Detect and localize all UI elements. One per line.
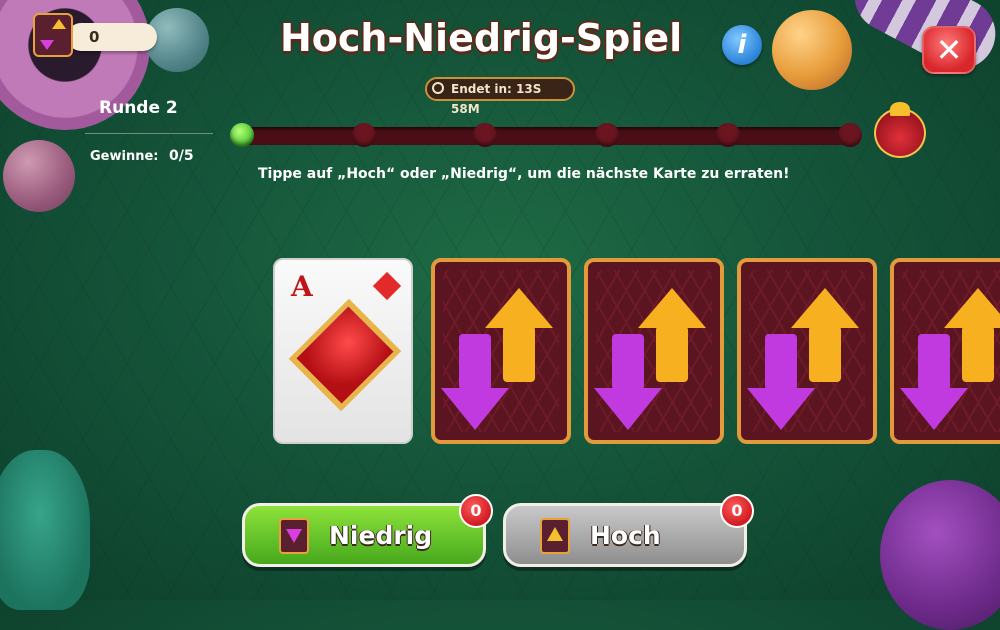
wins-value: 0/5 (169, 148, 194, 164)
high-low-ticket-icon (33, 13, 73, 57)
arrow-down-icon (594, 334, 662, 434)
game-title: Hoch-Niedrig-Spiel (280, 16, 683, 60)
ticket-count: 0 (67, 23, 157, 51)
ticket-counter: 0 (33, 13, 157, 57)
lower-button[interactable]: Niedrig 0 (242, 494, 493, 567)
progress-step (230, 123, 254, 147)
info-button[interactable]: i (722, 25, 762, 65)
lower-count-badge: 0 (459, 494, 493, 528)
progress-step (716, 123, 741, 147)
instruction-text: Tippe auf „Hoch“ oder „Niedrig“, um die … (258, 166, 790, 182)
arrow-up-icon (485, 288, 553, 384)
gummy-bear-decoration (0, 450, 90, 610)
progress-step (351, 123, 376, 147)
arrow-down-icon (747, 334, 815, 434)
progress-step (594, 123, 619, 147)
face-down-card (737, 258, 877, 444)
divider (85, 133, 213, 134)
higher-button[interactable]: Hoch 0 (503, 494, 754, 567)
arrow-down-icon (900, 334, 968, 434)
arrow-up-icon (944, 288, 1000, 384)
arrow-up-icon (791, 288, 859, 384)
gift-icon[interactable] (874, 102, 926, 158)
higher-button-label: Hoch (590, 521, 661, 550)
close-button[interactable]: ✕ (922, 26, 976, 74)
arrow-down-icon (441, 334, 509, 434)
diamond-suit-icon (288, 298, 402, 412)
lower-button-label: Niedrig (329, 521, 433, 550)
face-down-card (890, 258, 1000, 444)
revealed-card: A (273, 258, 413, 444)
event-timer: Endet in: 13S 58M (425, 77, 575, 116)
candy-ball-decoration (772, 10, 852, 90)
face-down-card (431, 258, 571, 444)
face-down-card (584, 258, 724, 444)
progress-step (473, 123, 498, 147)
progress-step (838, 123, 862, 147)
arrow-down-icon (279, 518, 309, 554)
higher-count-badge: 0 (720, 494, 754, 528)
clock-icon (432, 82, 444, 94)
round-label: Runde 2 (99, 98, 178, 118)
wins-label: Gewinne: (90, 149, 159, 164)
wins-stat: Gewinne: 0/5 (90, 148, 194, 164)
arrow-up-icon (540, 518, 570, 554)
progress-track (230, 123, 862, 147)
arrow-up-icon (638, 288, 706, 384)
candy-ball-decoration (3, 140, 75, 212)
card-rank: A (291, 270, 313, 303)
diamond-suit-icon (372, 271, 402, 301)
